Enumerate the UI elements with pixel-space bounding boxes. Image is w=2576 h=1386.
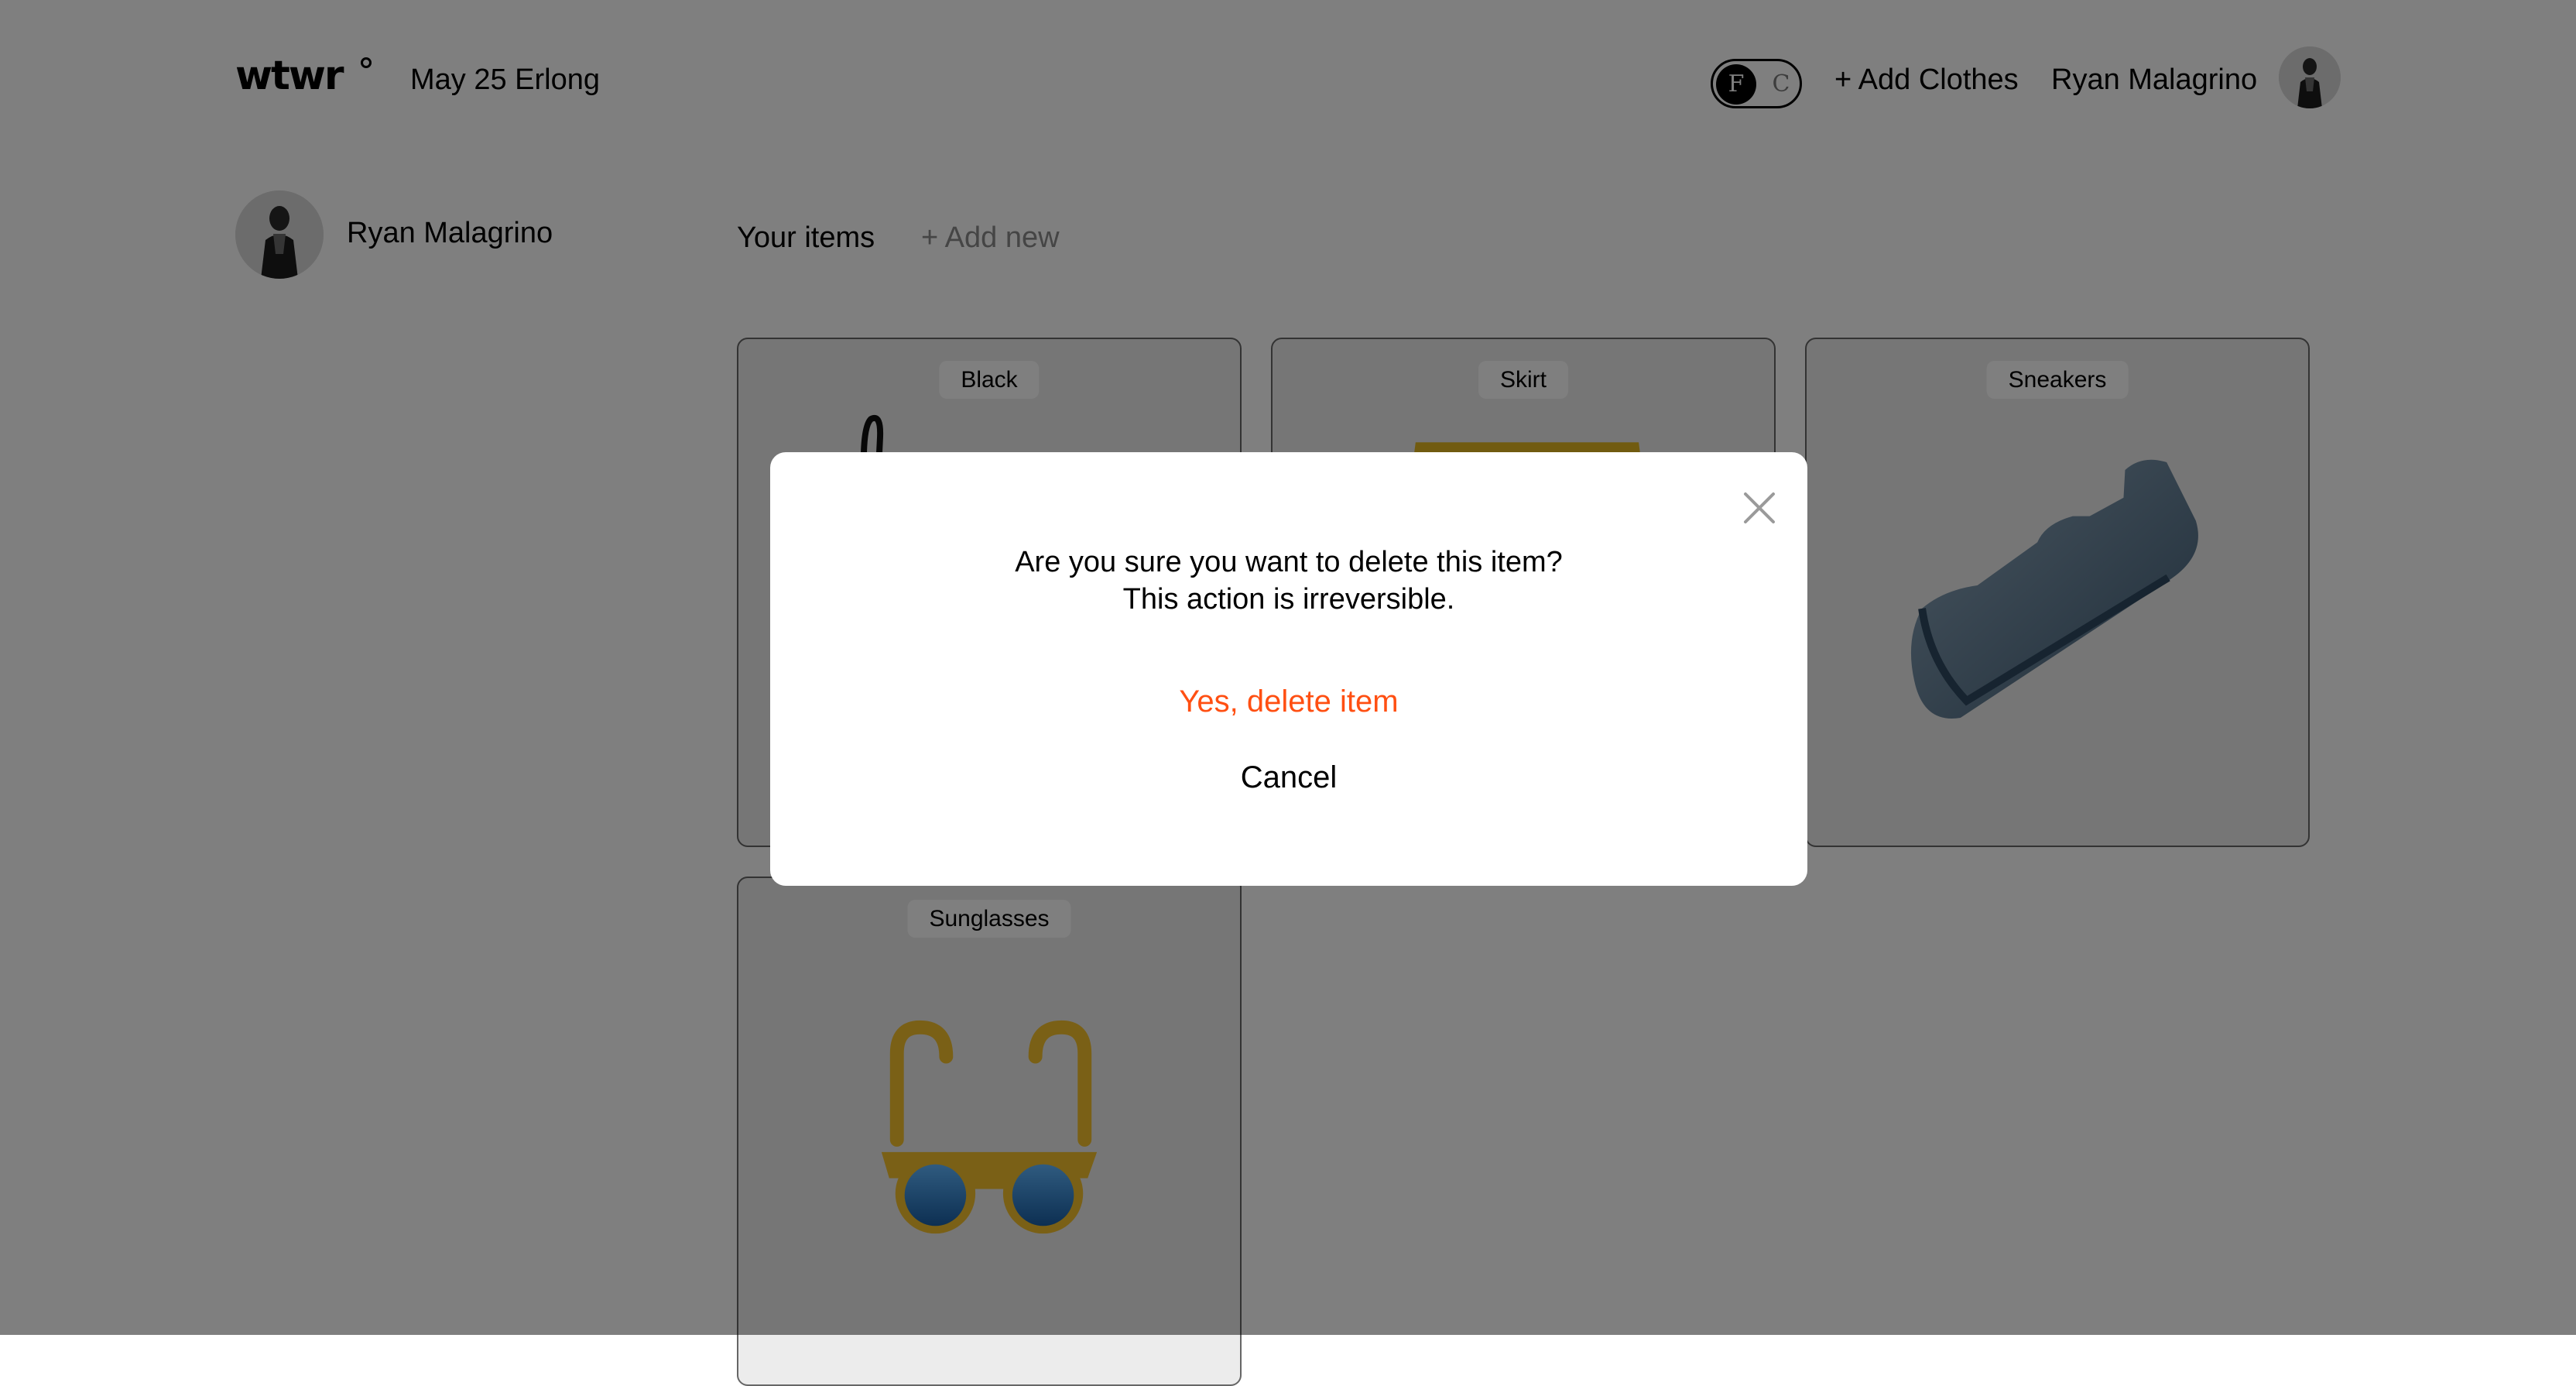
modal-message-line1: Are you sure you want to delete this ite… xyxy=(1015,546,1563,578)
confirm-delete-button[interactable]: Yes, delete item xyxy=(770,686,1807,717)
cancel-button[interactable]: Cancel xyxy=(770,762,1807,793)
modal-message: Are you sure you want to delete this ite… xyxy=(770,544,1807,618)
close-icon[interactable] xyxy=(1742,491,1776,525)
delete-confirmation-modal: Are you sure you want to delete this ite… xyxy=(770,452,1807,886)
page: wtwr May 25 Erlong F C + Add Clothes Rya… xyxy=(0,0,2576,1386)
modal-message-line2: This action is irreversible. xyxy=(1122,583,1455,616)
